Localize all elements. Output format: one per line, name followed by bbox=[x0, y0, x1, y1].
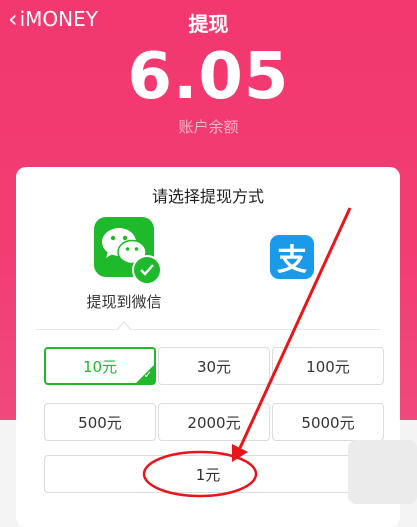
account-balance: 6.05 bbox=[127, 40, 290, 114]
wechat-method-label: 提现到微信 bbox=[86, 293, 162, 311]
amount-option-10[interactable]: 10元 ✓ bbox=[44, 347, 156, 385]
amount-option-30[interactable]: 30元 bbox=[158, 347, 270, 385]
amount-label: 5000元 bbox=[301, 413, 355, 432]
selection-caret-fill bbox=[118, 323, 130, 330]
method-prompt: 请选择提现方式 bbox=[151, 187, 264, 206]
side-placeholder bbox=[348, 440, 417, 504]
custom-amount-option[interactable]: 1元 bbox=[44, 455, 372, 493]
amount-label: 10元 bbox=[82, 357, 118, 376]
amount-option-500[interactable]: 500元 bbox=[44, 403, 156, 441]
amount-option-5000[interactable]: 5000元 bbox=[272, 403, 384, 441]
withdraw-card: 请选择提现方式 提现到微信 支 10元 ✓ 30元 100元 500元 2000… bbox=[16, 167, 400, 527]
divider bbox=[36, 329, 380, 330]
alipay-icon: 支 bbox=[270, 235, 314, 279]
amount-label: 500元 bbox=[78, 413, 122, 432]
amount-label: 2000元 bbox=[187, 413, 241, 432]
check-icon bbox=[132, 255, 162, 285]
account-balance-label: 账户余额 bbox=[178, 118, 239, 136]
amount-label: 30元 bbox=[196, 357, 232, 376]
check-icon: ✓ bbox=[143, 370, 152, 381]
custom-amount-label: 1元 bbox=[195, 465, 221, 484]
amount-option-2000[interactable]: 2000元 bbox=[158, 403, 270, 441]
page-title: 提现 bbox=[188, 12, 229, 36]
amount-label: 100元 bbox=[306, 357, 350, 376]
amount-option-100[interactable]: 100元 bbox=[272, 347, 384, 385]
